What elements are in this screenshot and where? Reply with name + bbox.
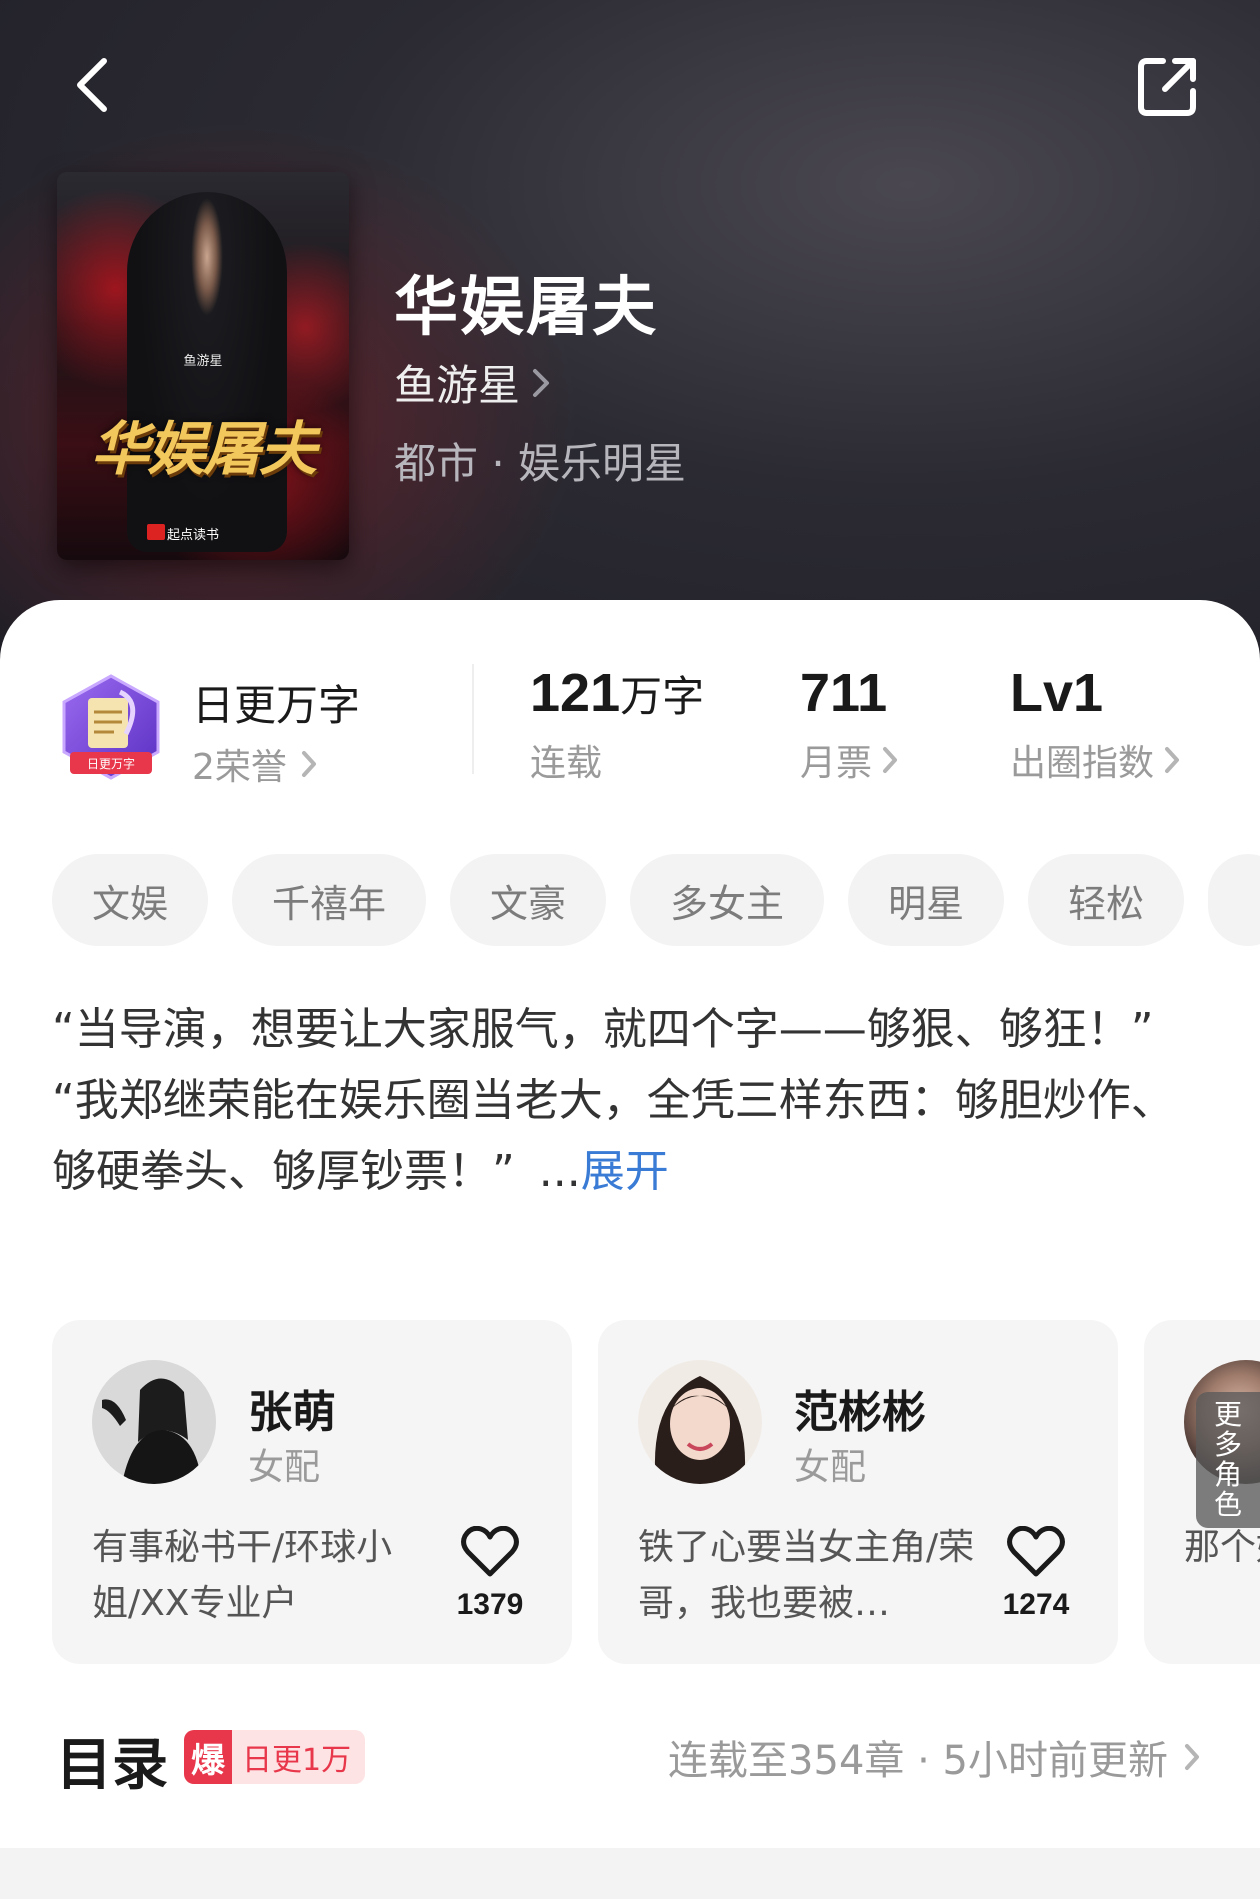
character-card[interactable]: 张萌 女配 有事秘书干/环球小姐/XX专业户 1379 xyxy=(52,1320,572,1664)
like-count: 1274 xyxy=(1002,1588,1070,1621)
honor-title: 日更万字 xyxy=(192,681,361,730)
like-button[interactable]: 1379 xyxy=(450,1525,530,1622)
tag-chip[interactable]: 轻松 xyxy=(1028,854,1185,946)
character-role: 女配 xyxy=(794,1447,867,1488)
stat-divider xyxy=(472,664,474,774)
honor-count-link[interactable]: 2荣誉 xyxy=(192,738,317,790)
character-avatar xyxy=(92,1360,216,1484)
publisher-logo-icon xyxy=(147,524,165,540)
stat-value: 711 xyxy=(800,663,888,723)
stat-value: 121 xyxy=(530,663,621,723)
character-role: 女配 xyxy=(248,1447,321,1488)
character-description: 铁了心要当女主角/荣哥，我也要被… xyxy=(638,1527,975,1624)
chevron-right-icon xyxy=(883,747,898,773)
stat-label: 出圈指数 xyxy=(1010,743,1155,784)
stat-monthly-tickets[interactable]: 711 月票 xyxy=(800,662,898,786)
chevron-right-icon xyxy=(1185,1744,1199,1770)
tag-chip[interactable]: 明星 xyxy=(848,854,1005,946)
tag-chip[interactable]: 文娱 xyxy=(52,854,209,946)
tag-chip[interactable]: 文豪 xyxy=(450,854,607,946)
character-name: 范彬彬 xyxy=(794,1387,926,1438)
stat-unit: 万字 xyxy=(620,672,705,721)
synopsis-line-2: “我郑继荣能在娱乐圈当老大，全凭三样东西：够胆炒作、够硬拳头、够厚钞票！”...… xyxy=(52,1065,1212,1207)
tag-chip-overflow[interactable] xyxy=(1208,854,1260,946)
hot-icon: 爆 xyxy=(184,1730,232,1784)
author-link[interactable]: 鱼游星 xyxy=(394,352,550,413)
book-synopsis: “当导演，想要让大家服气，就四个字——够狠、够狂！” “我郑继荣能在娱乐圈当老大… xyxy=(52,994,1212,1207)
like-button[interactable]: 1274 xyxy=(996,1525,1076,1622)
like-count: 1379 xyxy=(456,1588,524,1621)
heart-icon xyxy=(461,1525,519,1577)
toc-status-text: 连载至354章 · 5小时前更新 xyxy=(668,1738,1168,1784)
character-description-partial: 那个好/荣 xyxy=(1184,1527,1260,1568)
character-name: 张萌 xyxy=(248,1387,336,1438)
detail-sheet xyxy=(0,600,1260,1899)
honor-count: 2荣誉 xyxy=(192,747,287,788)
stat-popularity-index[interactable]: Lv1 出圈指数 xyxy=(1010,662,1180,786)
chevron-right-icon xyxy=(301,751,316,777)
heart-icon xyxy=(1007,1525,1065,1577)
stat-value: Lv1 xyxy=(1010,663,1104,723)
cover-publisher: 起点读书 xyxy=(167,528,220,543)
cover-figure xyxy=(127,192,287,552)
character-avatar xyxy=(638,1360,762,1484)
chevron-right-icon xyxy=(533,368,550,397)
chevron-left-icon xyxy=(77,58,107,112)
stat-label: 月票 xyxy=(800,743,873,784)
tag-chip[interactable]: 千禧年 xyxy=(232,854,427,946)
badge-text: 日更1万 xyxy=(242,1743,352,1778)
cover-title: 华娱屠夫 xyxy=(90,415,317,483)
stat-label: 连载 xyxy=(530,743,603,784)
expand-link[interactable]: 展开 xyxy=(581,1146,669,1197)
daily-update-badge: 爆 日更1万 xyxy=(184,1730,366,1784)
honor-badge-icon[interactable]: 日更万字 xyxy=(56,672,166,786)
chevron-right-icon xyxy=(1165,747,1180,773)
book-cover[interactable]: 鱼游星 华娱屠夫 起点读书 xyxy=(57,172,349,560)
character-description: 有事秘书干/环球小姐/XX专业户 xyxy=(92,1527,393,1624)
section-divider xyxy=(0,1848,1260,1899)
book-header: 鱼游星 华娱屠夫 起点读书 华娱屠夫 鱼游星 都市 · 娱乐明星 xyxy=(0,0,1260,660)
stat-word-count: 121万字 连载 xyxy=(530,662,704,786)
author-name: 鱼游星 xyxy=(394,361,521,410)
honor-badge-text: 日更万字 xyxy=(87,756,135,771)
toc-link[interactable]: 连载至354章 · 5小时前更新 xyxy=(668,1728,1200,1786)
genre-label: 都市 · 娱乐明星 xyxy=(394,439,687,488)
tag-chip[interactable]: 多女主 xyxy=(630,854,825,946)
cover-author: 鱼游星 xyxy=(183,354,223,369)
synopsis-line: “当导演，想要让大家服气，就四个字——够狠、够狂！” xyxy=(52,1004,1154,1055)
more-characters-button[interactable]: 更多角色 xyxy=(1196,1392,1260,1528)
back-button[interactable] xyxy=(62,50,122,120)
share-button[interactable] xyxy=(1134,52,1202,120)
character-card[interactable]: 范彬彬 女配 铁了心要当女主角/荣哥，我也要被… 1274 xyxy=(598,1320,1118,1664)
synopsis-ellipsis: ... xyxy=(538,1146,581,1197)
share-icon xyxy=(1138,58,1196,116)
book-title: 华娱屠夫 xyxy=(394,270,658,345)
tag-list: 文娱 千禧年 文豪 多女主 明星 轻松 xyxy=(52,854,1260,946)
toc-title: 目录 xyxy=(56,1733,168,1798)
